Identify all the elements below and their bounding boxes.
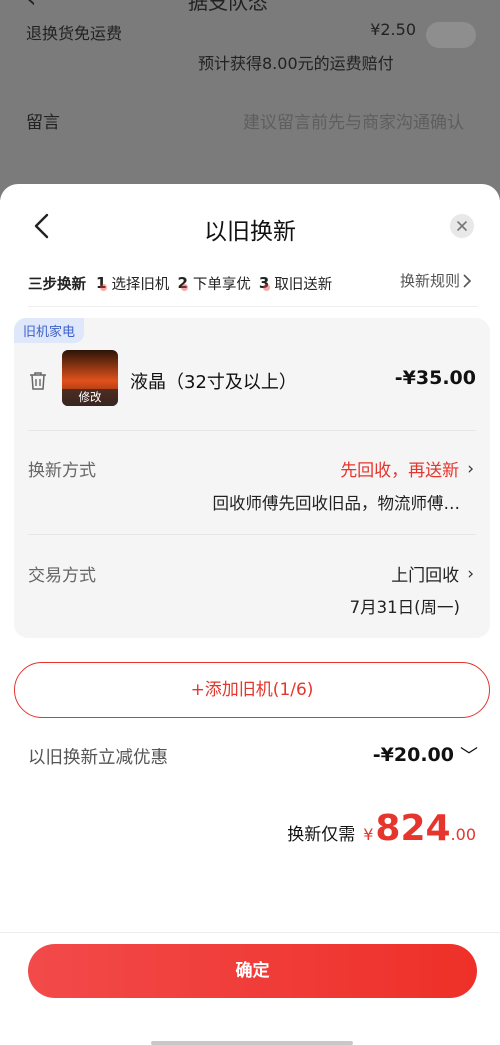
step-number: 2 xyxy=(177,274,189,292)
close-icon[interactable] xyxy=(450,214,474,238)
add-old-item-button[interactable]: +添加旧机(1/6) xyxy=(14,662,490,718)
total-decimal: .00 xyxy=(450,825,476,844)
background-title: 据支队恣 xyxy=(188,0,268,14)
step-label: 选择旧机 xyxy=(111,276,170,293)
trash-icon[interactable] xyxy=(28,370,48,392)
divider xyxy=(0,932,500,933)
background-shipping-label: 退换货免运费 xyxy=(26,24,123,43)
background-overlay: ‹ 据支队恣 退换货免运费 ¥2.50 预计获得8.00元的运费赔付 留言 建议… xyxy=(0,0,500,200)
chevron-right-icon: › xyxy=(467,563,474,584)
trade-date: 7月31日(周一) xyxy=(349,598,460,617)
background-shipping-row: 退换货免运费 ¥2.50 xyxy=(26,20,476,48)
exchange-method-value[interactable]: 先回收，再送新 › xyxy=(340,456,474,482)
step-label: 下单享优 xyxy=(192,276,251,293)
divider xyxy=(28,430,476,431)
confirm-button[interactable]: 确定 xyxy=(28,944,477,998)
old-item-card: 旧机家电 修改 液晶（32寸及以上） -¥35.00 换新方式 先回收，再送新 … xyxy=(14,318,490,638)
divider xyxy=(28,306,478,307)
total-currency: ¥ xyxy=(363,825,374,844)
sheet-title: 以旧换新 xyxy=(204,219,296,245)
item-thumbnail[interactable]: 修改 xyxy=(62,350,118,406)
discount-label: 以旧换新立减优惠 xyxy=(28,748,168,768)
discount-value: -¥20.00 xyxy=(372,744,454,766)
background-back-icon: ‹ xyxy=(26,0,36,14)
home-indicator xyxy=(151,1041,353,1045)
step-2: 2 下单享优 xyxy=(177,273,250,294)
background-remark-placeholder: 建议留言前先与商家沟通确认 xyxy=(243,113,464,133)
trade-method-value[interactable]: 上门回收 › xyxy=(391,561,474,587)
item-price: -¥35.00 xyxy=(394,367,476,389)
background-remark-label: 留言 xyxy=(26,113,60,133)
background-compensation-text: 预计获得8.00元的运费赔付 xyxy=(198,54,394,73)
step-1: 1 选择旧机 xyxy=(96,273,169,294)
total-label: 换新仅需 xyxy=(287,825,356,845)
step-number: 1 xyxy=(96,274,108,292)
category-badge: 旧机家电 xyxy=(14,318,85,343)
item-name: 液晶（32寸及以上） xyxy=(130,372,297,393)
divider xyxy=(28,534,476,535)
trade-in-sheet: 以旧换新 三步换新 1 选择旧机 2 下单享优 3 取旧送新 换新规则 旧机家电 xyxy=(0,184,500,1045)
discount-amount: -¥20.00 ﹀ xyxy=(373,742,478,768)
chevron-right-icon: › xyxy=(467,458,474,479)
trade-method-text: 上门回收 xyxy=(391,566,460,586)
background-shipping-price: ¥2.50 xyxy=(370,20,416,39)
step-label: 取旧送新 xyxy=(274,276,333,293)
chevron-down-icon: ﹀ xyxy=(460,746,478,767)
step-number: 3 xyxy=(258,274,271,292)
trade-method-label: 交易方式 xyxy=(28,566,96,586)
exchange-method-desc: 回收师傅先回收旧品，物流师傅… xyxy=(212,494,461,513)
exchange-method-text: 先回收，再送新 xyxy=(340,461,460,481)
discount-row[interactable]: 以旧换新立减优惠 -¥20.00 ﹀ xyxy=(28,742,478,772)
step-3: 3 取旧送新 xyxy=(259,273,332,294)
total-price: 换新仅需 ¥ 824 .00 xyxy=(287,808,476,849)
rules-label: 换新规则 xyxy=(399,272,460,290)
sheet-header: 以旧换新 xyxy=(0,184,500,264)
background-card: ‹ 据支队恣 退换货免运费 ¥2.50 预计获得8.00元的运费赔付 留言 建议… xyxy=(0,0,500,160)
edit-label[interactable]: 修改 xyxy=(62,389,118,406)
total-integer: 824 xyxy=(375,808,451,849)
exchange-method-label: 换新方式 xyxy=(28,461,96,481)
steps-lead: 三步换新 xyxy=(28,276,86,293)
rules-link[interactable]: 换新规则 xyxy=(400,270,474,291)
background-toggle xyxy=(426,22,476,48)
chevron-right-icon xyxy=(463,273,472,288)
